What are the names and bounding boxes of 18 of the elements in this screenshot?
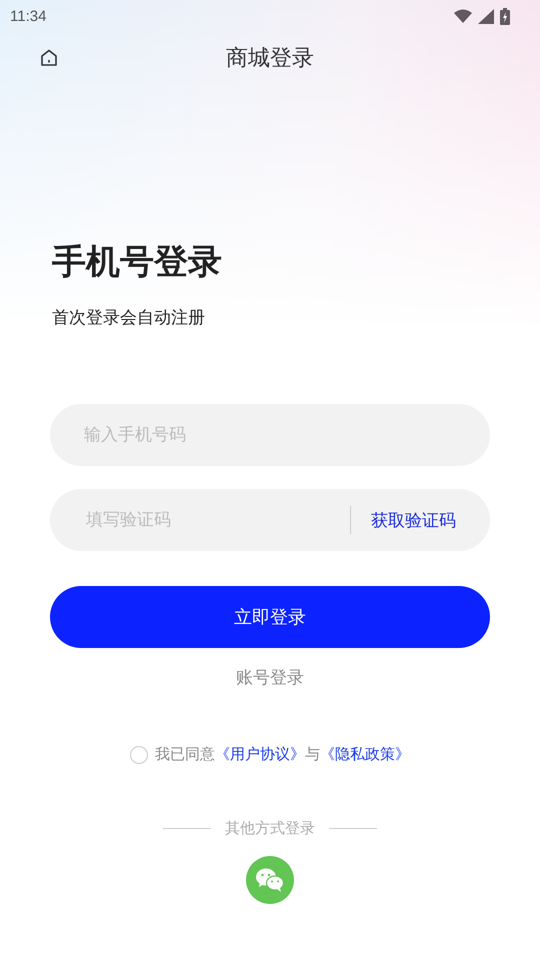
chat-bubbles-icon bbox=[255, 867, 285, 893]
signal-icon bbox=[478, 8, 494, 24]
get-code-link[interactable]: 获取验证码 bbox=[371, 508, 456, 532]
agreement-text: 我已同意《用户协议》与《隐私政策》 bbox=[155, 745, 410, 764]
status-time: 11:34 bbox=[10, 8, 46, 24]
agreement-checkbox[interactable] bbox=[130, 746, 148, 764]
wechat-login-button[interactable] bbox=[246, 856, 294, 904]
other-login-label: 其他方式登录 bbox=[225, 819, 315, 838]
account-login-link[interactable]: 账号登录 bbox=[236, 666, 304, 689]
battery-icon bbox=[500, 8, 510, 24]
agreement-link[interactable]: 《隐私政策》 bbox=[320, 745, 410, 763]
home-icon[interactable] bbox=[39, 48, 59, 68]
agreement-link[interactable]: 《用户协议》 bbox=[215, 745, 305, 763]
login-button[interactable]: 立即登录 bbox=[50, 586, 490, 648]
wifi-icon bbox=[454, 9, 472, 23]
login-heading: 手机号登录 bbox=[52, 241, 223, 284]
login-subtitle: 首次登录会自动注册 bbox=[52, 307, 206, 330]
page-title: 商城登录 bbox=[226, 45, 314, 73]
